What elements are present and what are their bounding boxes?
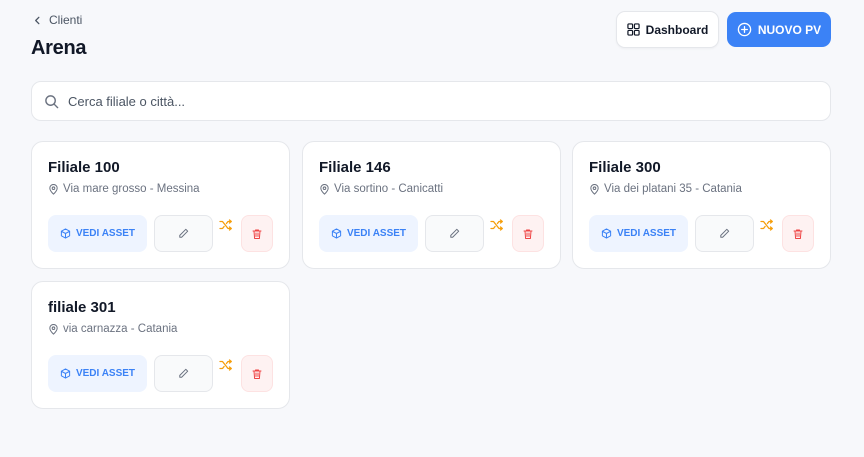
page-title: Arena	[31, 37, 87, 59]
branch-address-text: Via mare grosso - Messina	[63, 183, 200, 195]
edit-button[interactable]	[154, 215, 213, 252]
search-icon	[45, 94, 59, 108]
branch-address-text: via carnazza - Catania	[63, 323, 178, 335]
branch-name: Filiale 100	[48, 159, 120, 176]
chevron-left-icon	[35, 16, 40, 24]
shuffle-button[interactable]	[490, 218, 506, 234]
search-bar	[31, 81, 831, 121]
search-input[interactable]	[68, 93, 788, 109]
plus-circle-icon	[737, 22, 752, 37]
branch-card: Filiale 146 Via sortino - Canicatti VEDI…	[302, 141, 561, 269]
pencil-icon	[179, 228, 189, 238]
trash-icon	[252, 229, 262, 239]
shuffle-button[interactable]	[219, 218, 235, 234]
view-assets-button[interactable]: VEDI ASSET	[48, 355, 147, 392]
new-pv-button[interactable]: NUOVO PV	[727, 12, 831, 47]
cube-icon	[601, 228, 612, 239]
view-assets-label: VEDI ASSET	[616, 228, 677, 239]
shuffle-icon	[490, 219, 503, 231]
shuffle-button[interactable]	[219, 358, 235, 374]
view-assets-button[interactable]: VEDI ASSET	[319, 215, 418, 252]
delete-button[interactable]	[241, 355, 273, 392]
pencil-icon	[179, 368, 189, 378]
branch-card: Filiale 100 Via mare grosso - Messina VE…	[31, 141, 290, 269]
cube-icon	[60, 368, 71, 379]
map-pin-icon	[49, 323, 58, 335]
edit-button[interactable]	[425, 215, 484, 252]
delete-button[interactable]	[241, 215, 273, 252]
dashboard-button[interactable]: Dashboard	[616, 11, 719, 48]
map-pin-icon	[49, 183, 58, 195]
branch-name: Filiale 146	[319, 159, 391, 176]
branch-card: Filiale 300 Via dei platani 35 - Catania…	[572, 141, 831, 269]
branch-address: Via sortino - Canicatti	[319, 183, 443, 195]
delete-button[interactable]	[782, 215, 814, 252]
view-assets-label: VEDI ASSET	[346, 228, 407, 239]
shuffle-icon	[219, 219, 232, 231]
branch-address: via carnazza - Catania	[48, 323, 177, 335]
pencil-icon	[720, 228, 730, 238]
branch-address-text: Via dei platani 35 - Catania	[604, 183, 742, 195]
grid-icon	[626, 23, 640, 36]
branch-address-text: Via sortino - Canicatti	[334, 183, 444, 195]
map-pin-icon	[590, 183, 599, 195]
back-label: Clienti	[49, 13, 83, 27]
view-assets-button[interactable]: VEDI ASSET	[48, 215, 147, 252]
edit-button[interactable]	[695, 215, 754, 252]
view-assets-label: VEDI ASSET	[75, 228, 136, 239]
map-pin-icon	[320, 183, 329, 195]
new-pv-label: NUOVO PV	[757, 22, 822, 37]
view-assets-button[interactable]: VEDI ASSET	[589, 215, 688, 252]
cube-icon	[331, 228, 342, 239]
branch-name: filiale 301	[48, 299, 116, 316]
dashboard-label: Dashboard	[645, 22, 709, 37]
shuffle-button[interactable]	[760, 218, 776, 234]
back-to-clients-link[interactable]: Clienti	[33, 13, 82, 27]
shuffle-icon	[760, 219, 773, 231]
trash-icon	[523, 229, 533, 239]
branch-address: Via dei platani 35 - Catania	[589, 183, 742, 195]
branch-name: Filiale 300	[589, 159, 661, 176]
view-assets-label: VEDI ASSET	[75, 368, 136, 379]
trash-icon	[252, 369, 262, 379]
pencil-icon	[450, 228, 460, 238]
cube-icon	[60, 228, 71, 239]
delete-button[interactable]	[512, 215, 544, 252]
branch-card: filiale 301 via carnazza - Catania VEDI …	[31, 281, 290, 409]
shuffle-icon	[219, 359, 232, 371]
edit-button[interactable]	[154, 355, 213, 392]
trash-icon	[793, 229, 803, 239]
branch-address: Via mare grosso - Messina	[48, 183, 200, 195]
